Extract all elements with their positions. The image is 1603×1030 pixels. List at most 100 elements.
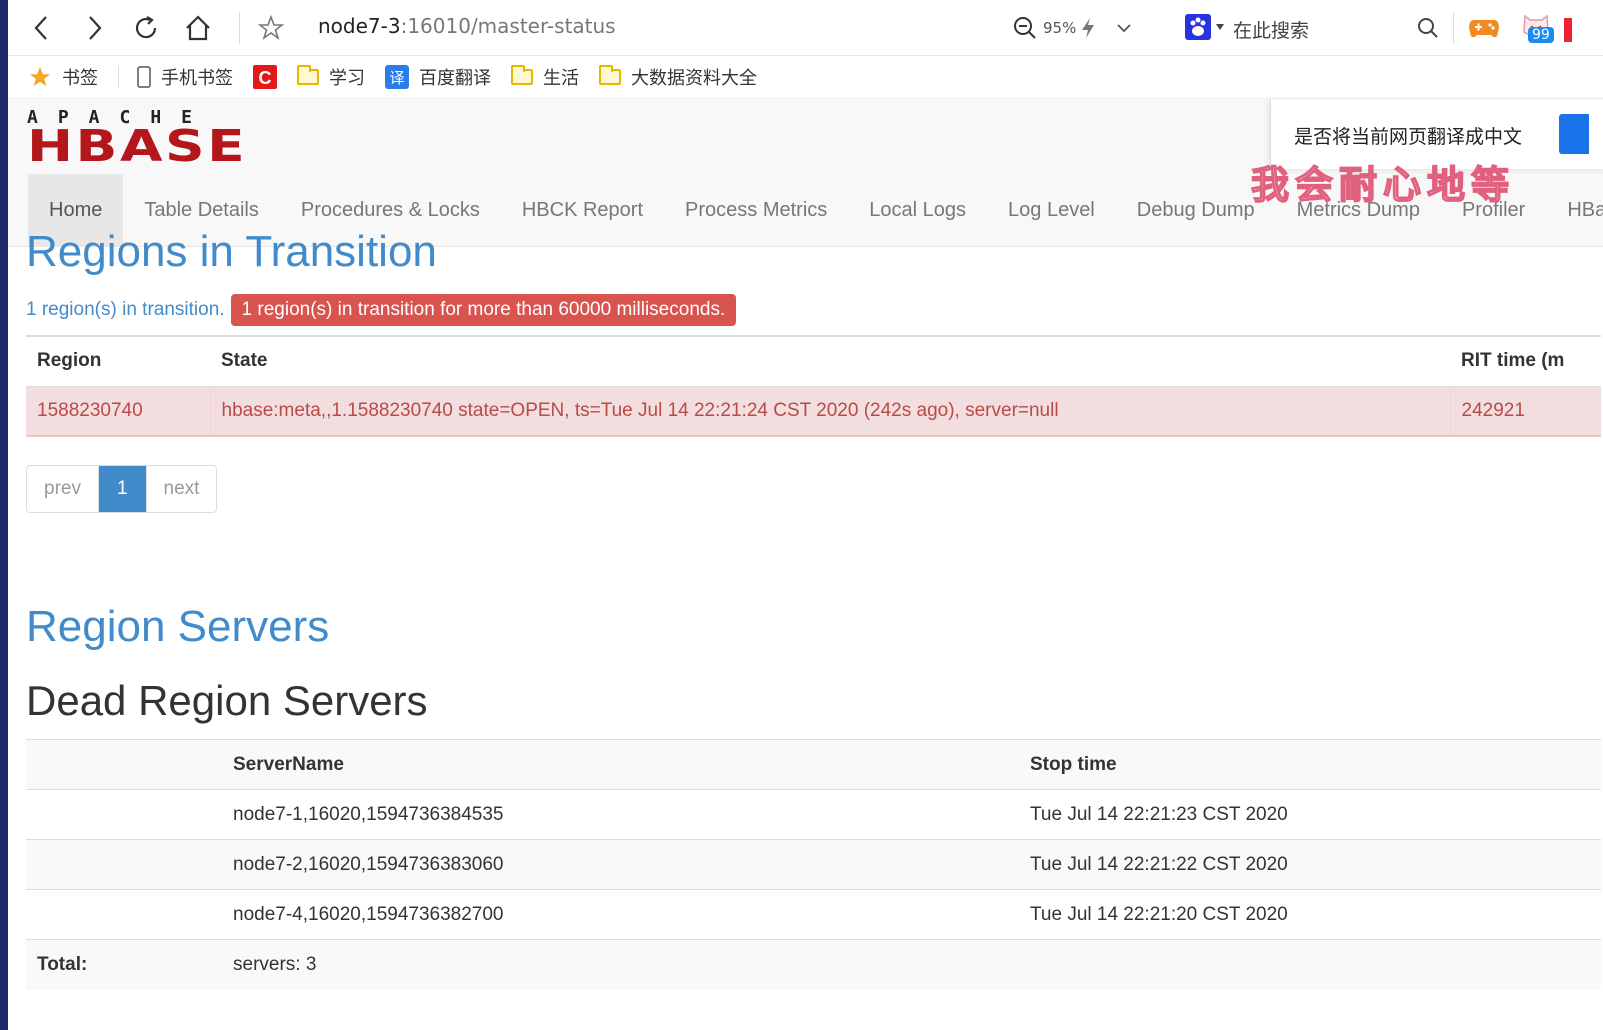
dead-region-servers-heading: Dead Region Servers: [26, 677, 428, 724]
phone-icon: [137, 66, 151, 88]
browser-toolbar: node7-3:16010/master-status 95% 在此搜索 99: [8, 0, 1603, 56]
stop-time-cell: Tue Jul 14 22:21:23 CST 2020: [1019, 789, 1601, 840]
bookmark-label: 手机书签: [161, 68, 233, 89]
table-total-row: Total: servers: 3: [26, 939, 1601, 990]
column-header: Region: [26, 335, 210, 386]
empty-cell: [26, 839, 222, 890]
bookmark-item[interactable]: 译 百度翻译: [385, 64, 491, 90]
region-servers-heading: Region Servers: [26, 602, 330, 651]
region-cell: 1588230740: [26, 385, 210, 437]
bookmark-label: 百度翻译: [419, 68, 491, 89]
translate-button[interactable]: [1559, 114, 1589, 154]
column-header: ServerName: [222, 739, 1019, 790]
empty-cell: [26, 789, 222, 840]
total-value: servers: 3: [222, 939, 1019, 990]
pagination: prev 1 next: [26, 465, 218, 513]
table-row: node7-2,16020,1594736383060 Tue Jul 14 2…: [26, 839, 1601, 890]
game-button[interactable]: [1466, 10, 1502, 46]
home-icon: [186, 15, 210, 41]
zoom-control[interactable]: 95%: [1013, 16, 1076, 40]
bookmark-divider: [118, 66, 119, 88]
bookmarks-bar: 书签 手机书签 C 学习 译 百度翻译 生活 大数据资料大全: [8, 56, 1603, 99]
folder-icon: [297, 65, 319, 85]
forward-button[interactable]: [76, 10, 112, 46]
rit-alert-badge: 1 region(s) in transition for more than …: [230, 294, 737, 326]
bookmark-label: 大数据资料大全: [631, 68, 757, 89]
rit-heading: Regions in Transition: [26, 227, 437, 276]
csdn-icon: C: [253, 65, 277, 89]
nav-hbase-config[interactable]: HBa: [1546, 174, 1603, 247]
column-header: [26, 739, 222, 790]
toolbar-divider: [239, 12, 240, 44]
url-path: :16010/master-status: [400, 14, 616, 38]
toolbar-divider: [1453, 12, 1454, 44]
bookmark-item[interactable]: 生活: [511, 64, 579, 90]
bookmark-item[interactable]: 大数据资料大全: [599, 64, 757, 90]
bookmark-item[interactable]: 学习: [297, 64, 365, 90]
address-bar[interactable]: node7-3:16010/master-status: [318, 14, 616, 38]
star-outline-icon: [258, 15, 284, 41]
chevron-right-icon: [89, 16, 102, 40]
rit-time-cell: 242921: [1449, 385, 1601, 437]
nav-log-level[interactable]: Log Level: [987, 174, 1116, 247]
translate-question: 是否将当前网页翻译成中文: [1294, 126, 1523, 148]
table-row: 1588230740 hbase:meta,,1.1588230740 stat…: [26, 385, 1601, 437]
server-name-cell: node7-1,16020,1594736384535: [222, 789, 1019, 840]
table-row: node7-4,16020,1594736382700 Tue Jul 14 2…: [26, 889, 1601, 940]
column-header: RIT time (m: [1450, 335, 1601, 386]
bookmark-label: 生活: [543, 68, 579, 89]
stop-time-cell: Tue Jul 14 22:21:20 CST 2020: [1019, 889, 1601, 940]
nav-process-metrics[interactable]: Process Metrics: [664, 174, 848, 247]
bookmark-item[interactable]: 书签: [28, 64, 98, 90]
reload-button[interactable]: [128, 10, 164, 46]
nav-local-logs[interactable]: Local Logs: [848, 174, 987, 247]
stop-time-cell: Tue Jul 14 22:21:22 CST 2020: [1019, 839, 1601, 890]
state-cell: hbase:meta,,1.1588230740 state=OPEN, ts=…: [209, 385, 1450, 437]
browser-window: node7-3:16010/master-status 95% 在此搜索 99: [8, 0, 1603, 1030]
hbase-navbar: APACHE HBASE Home Table Details Procedur…: [8, 99, 1603, 247]
lightning-button[interactable]: [1070, 10, 1106, 46]
home-button[interactable]: [180, 10, 216, 46]
dropdown-button[interactable]: [1106, 10, 1142, 46]
folder-icon: [599, 65, 621, 85]
empty-cell: [1019, 939, 1601, 990]
column-header: State: [210, 335, 1450, 386]
prev-page-button[interactable]: prev: [27, 466, 99, 512]
notification-badge: 99: [1528, 27, 1554, 43]
caret-down-icon: [1216, 24, 1224, 30]
rit-table: Region State RIT time (m 1588230740 hbas…: [26, 335, 1601, 437]
hbase-logo[interactable]: APACHE HBASE: [27, 109, 245, 169]
nav-hbck-report[interactable]: HBCK Report: [501, 174, 664, 247]
total-label: Total:: [26, 939, 222, 990]
svg-text:C: C: [259, 68, 272, 88]
empty-cell: [26, 889, 222, 940]
folder-icon: [511, 65, 533, 85]
baidu-paw-icon: [1185, 14, 1211, 40]
bookmark-item[interactable]: 手机书签: [137, 64, 233, 90]
bookmark-star-button[interactable]: [253, 10, 289, 46]
current-page-button[interactable]: 1: [98, 466, 147, 512]
search-engine-selector[interactable]: [1185, 14, 1225, 40]
chevron-left-icon: [34, 16, 47, 40]
search-icon: [1418, 18, 1438, 38]
reload-icon: [135, 16, 157, 39]
table-header-row: ServerName Stop time: [26, 739, 1601, 790]
translate-icon: 译: [385, 65, 409, 89]
column-header: Stop time: [1019, 739, 1601, 790]
edge-red-icon: [1564, 18, 1572, 42]
bookmark-label: 书签: [62, 68, 98, 89]
zoom-out-icon: [1014, 17, 1036, 39]
logo-hbase-text: HBASE: [27, 121, 248, 172]
url-host: node7-3: [318, 14, 401, 38]
overlay-watermark-text: 我会耐心地等: [1250, 161, 1516, 208]
server-name-cell: node7-4,16020,1594736382700: [222, 889, 1019, 940]
back-button[interactable]: [24, 10, 60, 46]
rit-count-text: 1 region(s) in transition.: [26, 299, 225, 320]
search-button[interactable]: [1410, 10, 1446, 46]
server-name-cell: node7-2,16020,1594736383060: [222, 839, 1019, 890]
gamepad-icon: [1469, 20, 1499, 38]
table-header-row: Region State RIT time (m: [26, 335, 1601, 386]
bookmark-item[interactable]: C: [253, 65, 277, 89]
search-input[interactable]: 在此搜索: [1233, 16, 1309, 43]
next-page-button[interactable]: next: [147, 466, 217, 512]
